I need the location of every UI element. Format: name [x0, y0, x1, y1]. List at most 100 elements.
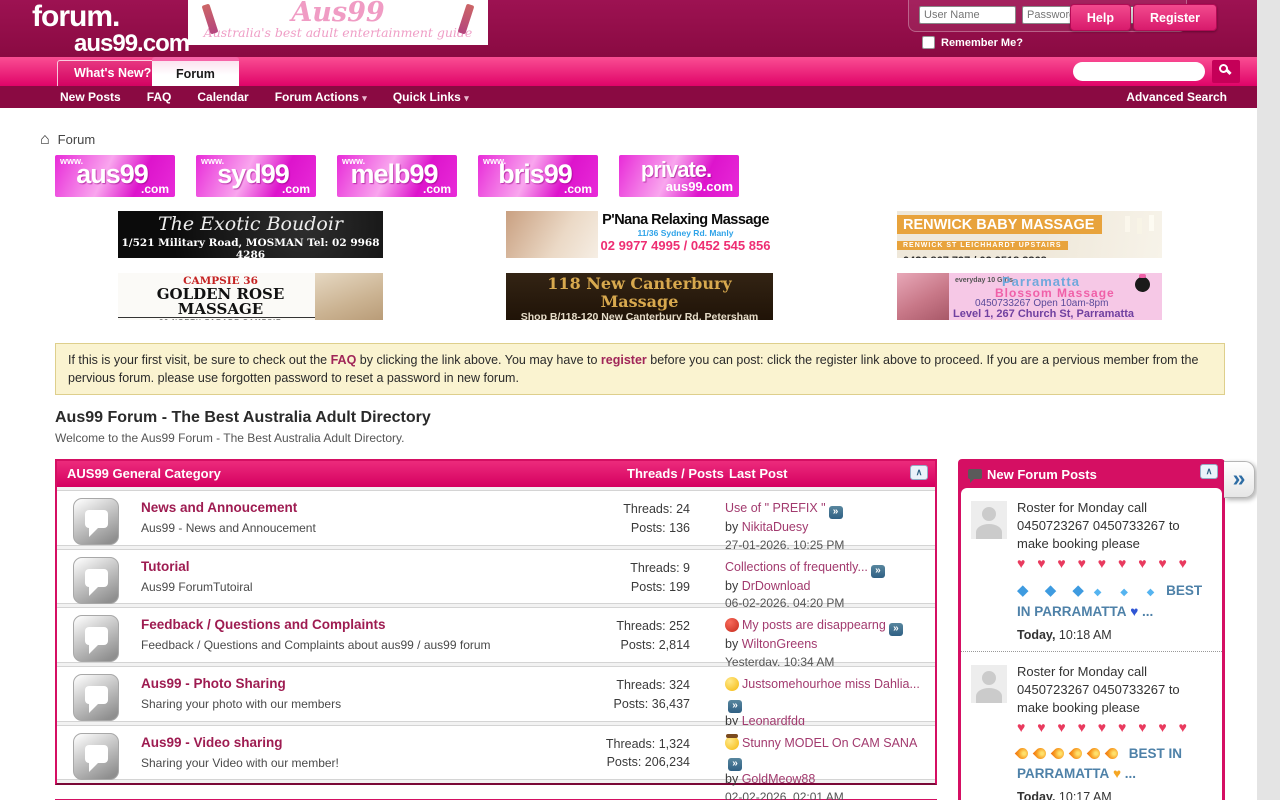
goto-last-post-icon[interactable] — [728, 758, 742, 771]
last-post-link[interactable]: Stunny MODEL On CAM SANA — [742, 736, 917, 750]
forum-icon — [73, 498, 119, 545]
last-post-info: My posts are disappearng by WiltonGreens… — [725, 617, 930, 670]
ad-photo — [315, 273, 383, 320]
help-button[interactable]: Help — [1070, 4, 1131, 31]
ad-banner-grid: The Exotic Boudoir 1/521 Military Road, … — [0, 211, 1257, 333]
cowboy-emoji-icon — [725, 736, 739, 750]
flame-emoji-icon — [1069, 746, 1085, 762]
remember-me: Remember Me? — [922, 36, 1187, 49]
nav-quick-links[interactable]: Quick Links ▾ — [393, 90, 469, 104]
first-visit-notice: If this is your first visit, be sure to … — [55, 343, 1225, 395]
last-post-user[interactable]: WiltonGreens — [742, 637, 818, 651]
last-post-link[interactable]: Justsomehourhoe miss Dahlia... — [742, 677, 920, 691]
nav-calendar[interactable]: Calendar — [197, 90, 248, 104]
search-input[interactable] — [1073, 62, 1205, 81]
last-post-link[interactable]: My posts are disappearng — [742, 618, 886, 632]
page-title: Aus99 Forum - The Best Australia Adult D… — [55, 409, 1257, 427]
goto-last-post-icon[interactable] — [829, 506, 843, 519]
forum-row: News and Annoucement Aus99 - News and An… — [57, 490, 935, 546]
forum-link[interactable]: Aus99 - Video sharing — [141, 735, 283, 750]
flame-emoji-icon — [1015, 746, 1031, 762]
last-post-user[interactable]: DrDownload — [742, 579, 811, 593]
tab-bar: What's New? Forum — [0, 57, 1257, 86]
forum-row: Feedback / Questions and Complaints Feed… — [57, 607, 935, 663]
ad-photo — [506, 211, 598, 258]
site-logo[interactable]: forum. aus99.com — [32, 2, 189, 56]
breadcrumb-forum[interactable]: Forum — [58, 132, 96, 147]
sidebar-toggle-button[interactable]: » — [1224, 461, 1255, 498]
logo-line1: forum. — [32, 2, 189, 32]
sidebar-post-link[interactable]: Roster for Monday call 0450723267 045073… — [1017, 500, 1210, 621]
nav-forum-actions[interactable]: Forum Actions ▾ — [275, 90, 367, 104]
nav-new-posts[interactable]: New Posts — [60, 90, 121, 104]
ad-canterbury-massage[interactable]: 118 New Canterbury Massage Shop B/118-12… — [506, 273, 773, 320]
flame-emoji-icon — [1105, 746, 1121, 762]
tab-forum[interactable]: Forum — [152, 57, 239, 86]
banner-syd99[interactable]: www. syd99 .com — [196, 155, 316, 197]
page-subtitle: Welcome to the Aus99 Forum - The Best Au… — [55, 431, 1257, 445]
banner-aus99[interactable]: www. aus99 .com — [55, 155, 175, 197]
ad-photo — [897, 273, 949, 320]
forum-icon — [73, 557, 119, 604]
last-post-link[interactable]: Collections of frequently... — [725, 560, 868, 574]
forum-link[interactable]: Feedback / Questions and Complaints — [141, 617, 386, 632]
advanced-search-link[interactable]: Advanced Search — [1126, 90, 1227, 104]
forum-stats: Threads: 324 Posts: 36,437 — [497, 676, 690, 714]
ad-pnana-massage[interactable]: P'Nana Relaxing Massage 11/36 Sydney Rd.… — [506, 211, 773, 258]
ad-blossom-massage[interactable]: everyday 10 Girls Parramatta Blossom Mas… — [897, 273, 1162, 320]
goto-last-post-icon[interactable] — [728, 700, 742, 713]
forum-icon — [73, 733, 119, 780]
speech-bubble-icon — [968, 469, 982, 479]
banner-melb99[interactable]: www. melb99 .com — [337, 155, 457, 197]
chevron-down-icon: ▾ — [362, 93, 367, 103]
banner-private-aus99[interactable]: private. aus99.com — [619, 155, 739, 197]
last-post-info: Collections of frequently... by DrDownlo… — [725, 559, 930, 612]
header-banner[interactable]: Aus99 Australia's best adult entertainme… — [188, 0, 488, 45]
last-post-user[interactable]: GoldMeow88 — [742, 772, 816, 786]
forum-icon — [73, 615, 119, 662]
nav-faq[interactable]: FAQ — [147, 90, 172, 104]
sidebar-post: Roster for Monday call 0450723267 045073… — [961, 652, 1222, 800]
candle-photo — [1149, 215, 1154, 231]
search-button[interactable] — [1212, 60, 1240, 83]
chevron-down-icon: ▾ — [464, 93, 469, 103]
remember-checkbox[interactable] — [922, 36, 935, 49]
forum-row: Tutorial Aus99 ForumTutoiral Threads: 9 … — [57, 549, 935, 605]
forum-link[interactable]: Aus99 - Photo Sharing — [141, 676, 286, 691]
heart-emoji-row: ♥ ♥ ♥ ♥ ♥ ♥ ♥ ♥ ♥ — [1017, 717, 1210, 738]
flame-emoji-icon — [1087, 746, 1103, 762]
faq-link[interactable]: FAQ — [331, 353, 357, 367]
search-icon — [1219, 64, 1228, 73]
register-link[interactable]: register — [601, 353, 647, 367]
breadcrumb: ⌂ Forum — [40, 132, 1257, 147]
avatar — [971, 665, 1007, 703]
register-button[interactable]: Register — [1133, 4, 1217, 31]
last-post-link[interactable]: Use of " PREFIX " — [725, 501, 826, 515]
ad-exotic-boudoir[interactable]: The Exotic Boudoir 1/521 Military Road, … — [118, 211, 383, 258]
gem-emoji-icon: ◆ ◆ ◆ — [1017, 582, 1090, 599]
forum-link[interactable]: Tutorial — [141, 559, 190, 574]
goto-last-post-icon[interactable] — [889, 623, 903, 636]
page: forum. aus99.com Aus99 Australia's best … — [0, 0, 1257, 800]
last-post-user[interactable]: NikitaDuesy — [742, 520, 809, 534]
banner-title: Aus99 — [188, 0, 488, 26]
ad-golden-rose-massage[interactable]: CAMPSIE 36 GOLDEN ROSE MASSAGE 36 NORTH … — [118, 273, 383, 320]
forum-icon — [73, 674, 119, 721]
last-post-info: Use of " PREFIX " by NikitaDuesy 27-01-2… — [725, 500, 930, 553]
post-timestamp: Today, 10:18 AM — [1017, 628, 1210, 642]
heart-emoji-row: ♥ ♥ ♥ ♥ ♥ ♥ ♥ ♥ ♥ — [1017, 553, 1210, 574]
goto-last-post-icon[interactable] — [871, 565, 885, 578]
forum-stats: Threads: 9 Posts: 199 — [497, 559, 690, 597]
collapse-button[interactable] — [1200, 464, 1218, 479]
home-icon[interactable]: ⌂ — [40, 134, 50, 146]
flame-emoji-icon — [1033, 746, 1049, 762]
banner-bris99[interactable]: www. bris99 .com — [478, 155, 598, 197]
collapse-button[interactable] — [910, 465, 928, 480]
ad-renwick-massage[interactable]: RENWICK BABY MASSAGE RENWICK ST LEICHHAR… — [897, 211, 1162, 258]
sidebar-header: New Forum Posts — [961, 462, 1222, 488]
forum-stats: Threads: 24 Posts: 136 — [497, 500, 690, 538]
angry-emoji-icon — [725, 618, 739, 632]
username-field[interactable] — [919, 6, 1016, 24]
sidebar-post-link[interactable]: Roster for Monday call 0450723267 045073… — [1017, 664, 1210, 783]
forum-link[interactable]: News and Annoucement — [141, 500, 297, 515]
